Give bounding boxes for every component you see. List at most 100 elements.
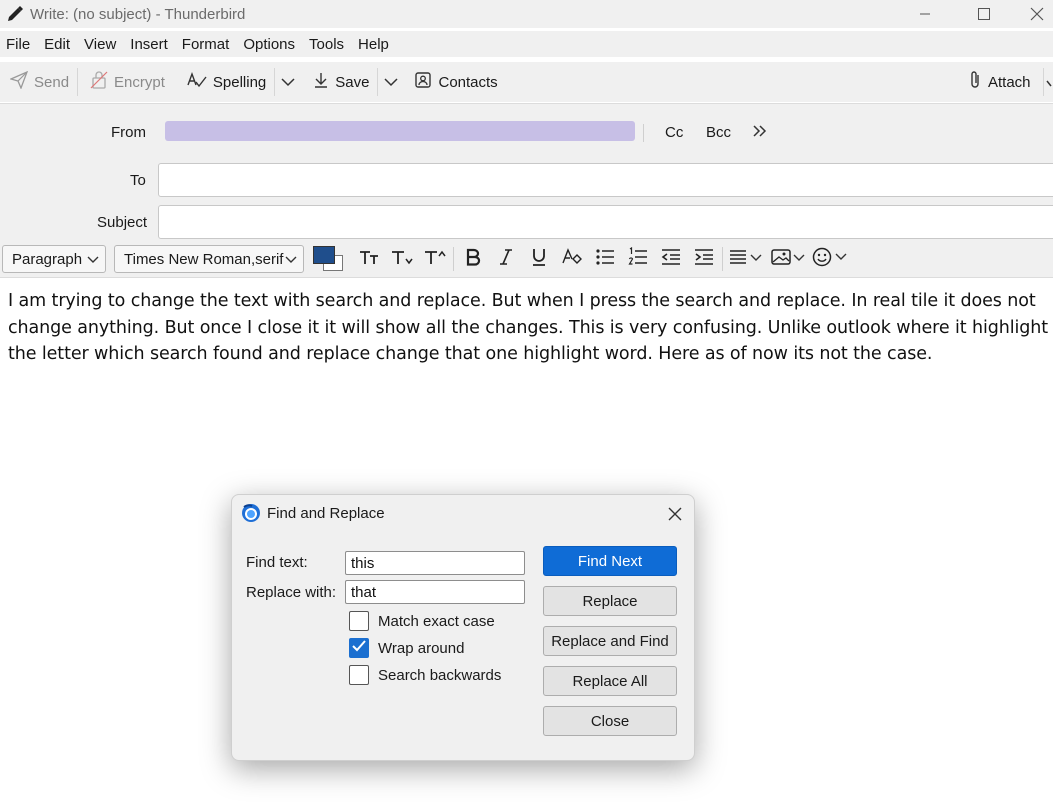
numbered-list-icon xyxy=(627,246,648,271)
to-label: To xyxy=(130,172,146,189)
chevron-down-icon xyxy=(281,74,295,91)
eraser-icon xyxy=(561,248,582,270)
outdent-icon xyxy=(661,248,681,270)
save-button[interactable]: Save xyxy=(305,66,377,98)
paragraph-format-value: Paragraph xyxy=(12,250,83,268)
italic-button[interactable] xyxy=(489,244,522,274)
encrypt-button[interactable]: Encrypt xyxy=(82,66,173,98)
find-text-input[interactable] xyxy=(345,551,525,575)
compose-toolbar: Send Encrypt Spelling Save Contacts Atta… xyxy=(0,62,1053,102)
find-next-button[interactable]: Find Next xyxy=(543,546,677,576)
clear-formatting-button[interactable] xyxy=(555,244,588,274)
minimize-button[interactable] xyxy=(902,0,948,28)
match-case-checkbox[interactable] xyxy=(349,611,369,631)
to-input[interactable] xyxy=(158,163,1053,197)
message-body[interactable]: I am trying to change the text with sear… xyxy=(8,288,1048,368)
menu-insert[interactable]: Insert xyxy=(128,34,175,55)
numbered-list-button[interactable] xyxy=(621,244,654,274)
menu-options[interactable]: Options xyxy=(241,34,302,55)
insert-emoji-button[interactable] xyxy=(809,244,851,274)
pencil-icon xyxy=(0,5,30,23)
spelling-dropdown-button[interactable] xyxy=(275,66,301,98)
menu-tools[interactable]: Tools xyxy=(307,34,351,55)
bcc-button[interactable]: Bcc xyxy=(706,124,731,141)
close-window-button[interactable] xyxy=(1020,0,1053,28)
menu-help[interactable]: Help xyxy=(356,34,396,55)
bullet-list-button[interactable] xyxy=(588,244,621,274)
indent-button[interactable] xyxy=(687,244,720,274)
replace-with-label: Replace with: xyxy=(246,584,337,601)
header-divider xyxy=(643,124,644,142)
text-size-icon xyxy=(359,248,379,270)
font-size-increase-button[interactable] xyxy=(418,244,451,274)
font-family-select[interactable]: Times New Roman,serif xyxy=(114,245,304,273)
menu-view[interactable]: View xyxy=(82,34,123,55)
download-icon xyxy=(313,72,329,92)
window-title: Write: (no subject) - Thunderbird xyxy=(30,5,246,23)
replace-button[interactable]: Replace xyxy=(543,586,677,616)
font-size-decrease-button[interactable] xyxy=(385,244,418,274)
wrap-around-label[interactable]: Wrap around xyxy=(378,640,464,657)
chevron-down-icon xyxy=(87,251,99,268)
spelling-button[interactable]: Spelling xyxy=(179,66,274,98)
bold-button[interactable] xyxy=(456,244,489,274)
insert-image-button[interactable] xyxy=(767,244,809,274)
replace-with-input[interactable] xyxy=(345,580,525,604)
italic-icon xyxy=(499,248,513,270)
chevron-down-icon[interactable] xyxy=(1046,76,1053,93)
outdent-button[interactable] xyxy=(654,244,687,274)
menu-bar: File Edit View Insert Format Options Too… xyxy=(0,31,1053,57)
text-larger-icon xyxy=(424,248,446,270)
text-color-picker[interactable] xyxy=(312,244,352,274)
send-label: Send xyxy=(34,73,70,91)
subject-input[interactable] xyxy=(158,205,1053,239)
font-family-value: Times New Roman,serif xyxy=(124,250,284,268)
send-button[interactable]: Send xyxy=(2,66,77,98)
contacts-label: Contacts xyxy=(438,73,498,91)
dialog-title: Find and Replace xyxy=(267,505,385,522)
image-icon xyxy=(771,248,805,270)
search-backwards-label[interactable]: Search backwards xyxy=(378,667,501,684)
attach-button[interactable]: Attach xyxy=(960,66,1039,98)
send-icon xyxy=(9,70,29,93)
menu-file[interactable]: File xyxy=(4,34,37,55)
compose-header: From Cc Bcc To Subject xyxy=(0,103,1053,242)
title-bar: Write: (no subject) - Thunderbird xyxy=(0,0,1053,28)
format-divider xyxy=(722,247,723,271)
checkmark-icon xyxy=(351,639,367,657)
menu-format[interactable]: Format xyxy=(180,34,237,55)
text-smaller-icon xyxy=(391,248,413,270)
align-left-icon xyxy=(729,248,763,270)
toolbar-divider xyxy=(77,68,79,96)
chevron-down-icon xyxy=(384,74,399,91)
format-toolbar: Paragraph Times New Roman,serif xyxy=(0,241,1053,278)
save-label: Save xyxy=(335,73,370,91)
format-divider xyxy=(453,247,454,271)
align-button[interactable] xyxy=(725,244,767,274)
close-button[interactable]: Close xyxy=(543,706,677,736)
spelling-label: Spelling xyxy=(212,73,267,91)
paperclip-icon xyxy=(968,70,982,94)
text-color-swatch[interactable] xyxy=(313,246,335,264)
match-case-label[interactable]: Match exact case xyxy=(378,613,495,630)
more-recipients-icon[interactable] xyxy=(752,123,768,143)
paragraph-format-select[interactable]: Paragraph xyxy=(2,245,106,273)
menu-edit[interactable]: Edit xyxy=(42,34,77,55)
replace-and-find-button[interactable]: Replace and Find xyxy=(543,626,677,656)
font-size-reset-button[interactable] xyxy=(352,244,385,274)
from-identity-select[interactable] xyxy=(165,121,635,141)
underline-button[interactable] xyxy=(522,244,555,274)
dialog-close-icon[interactable] xyxy=(664,503,686,525)
spellcheck-icon xyxy=(187,71,207,93)
search-backwards-checkbox[interactable] xyxy=(349,665,369,685)
save-dropdown-button[interactable] xyxy=(378,66,404,98)
contacts-button[interactable]: Contacts xyxy=(406,66,505,98)
maximize-button[interactable] xyxy=(961,0,1007,28)
cc-button[interactable]: Cc xyxy=(665,124,683,141)
replace-all-button[interactable]: Replace All xyxy=(543,666,677,696)
encrypt-icon xyxy=(90,71,108,93)
from-label: From xyxy=(111,124,146,141)
chevron-down-icon xyxy=(285,251,297,268)
wrap-around-checkbox[interactable] xyxy=(349,638,369,658)
indent-icon xyxy=(694,248,714,270)
